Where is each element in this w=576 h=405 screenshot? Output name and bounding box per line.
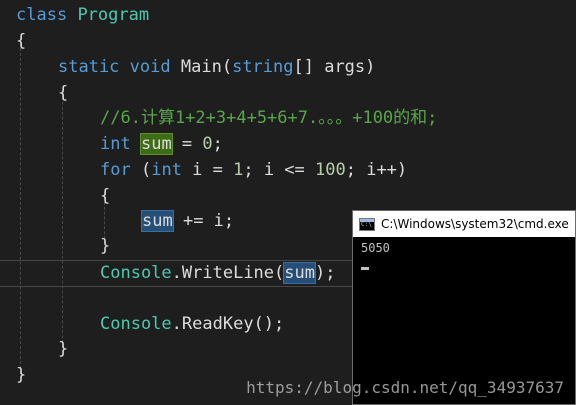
class-name: Console — [100, 263, 172, 283]
code-line-11[interactable]: Console.WriteLine(sum); — [100, 260, 335, 286]
keyword: int — [100, 134, 131, 154]
variable-sum-highlight[interactable]: sum — [141, 210, 174, 232]
code-line-10[interactable]: } — [100, 233, 110, 259]
dot: . — [171, 263, 182, 283]
brace: { — [100, 186, 111, 206]
semicolon: ; — [212, 134, 223, 154]
method-name: Main — [180, 57, 222, 77]
code-text: i = — [181, 160, 234, 180]
params: [] args) — [293, 57, 376, 77]
paren: ( — [274, 263, 285, 283]
code-line-6[interactable]: int sum = 0; — [100, 131, 223, 157]
cmd-cursor — [361, 267, 369, 270]
indent-guide — [20, 38, 21, 374]
code-text: ; i++) — [345, 160, 408, 180]
brace: { — [58, 83, 69, 103]
number-literal: 0 — [202, 134, 213, 154]
code-line-12[interactable]: Console.ReadKey(); — [100, 311, 284, 337]
cmd-title: C:\Windows\system32\cmd.exe — [381, 217, 569, 231]
paren: ( — [221, 57, 233, 77]
comment: //6.计算1+2+3+4+5+6+7.。。。+100的和; — [100, 108, 438, 128]
keyword: int — [151, 160, 182, 180]
cmd-icon — [359, 217, 375, 231]
keyword: static — [58, 57, 120, 77]
brace: { — [16, 31, 27, 51]
indent-guide — [62, 92, 63, 348]
code-text: ); — [315, 263, 336, 283]
watermark: https://blog.csdn.net/qq_34937637 — [246, 378, 564, 397]
code-line-4[interactable]: { — [58, 80, 68, 106]
code-line-14[interactable]: } — [16, 362, 26, 388]
variable-sum-highlight[interactable]: sum — [283, 262, 316, 284]
brace: } — [16, 365, 27, 385]
code-text: ; i <= — [243, 160, 316, 180]
cmd-console[interactable]: 5050 — [353, 237, 575, 274]
cmd-output: 5050 — [361, 241, 390, 255]
code-line-8[interactable]: { — [100, 183, 110, 209]
cmd-window[interactable]: C:\Windows\system32\cmd.exe 5050 — [352, 210, 576, 405]
brace: } — [58, 339, 69, 359]
code-line-9[interactable]: sum += i; — [141, 208, 235, 234]
keyword: class — [16, 5, 68, 25]
keyword: string — [232, 57, 294, 77]
code-line-5[interactable]: //6.计算1+2+3+4+5+6+7.。。。+100的和; — [100, 105, 437, 131]
dot: . — [171, 314, 182, 334]
code-text: (); — [253, 314, 285, 334]
brace: } — [100, 236, 111, 256]
code-text: += i; — [172, 211, 235, 231]
code-line-3[interactable]: static void Main(string[] args) — [58, 54, 375, 80]
class-name: Program — [77, 5, 150, 25]
paren: ( — [130, 160, 152, 180]
number-literal: 1 — [233, 160, 244, 180]
code-line-2[interactable]: { — [16, 28, 26, 54]
variable-sum-highlight[interactable]: sum — [139, 133, 173, 155]
code-line-7[interactable]: for (int i = 1; i <= 100; i++) — [100, 157, 407, 183]
code-line-13[interactable]: } — [58, 336, 68, 362]
class-name: Console — [100, 314, 172, 334]
number-literal: 100 — [315, 160, 346, 180]
operator: = — [171, 134, 203, 154]
cmd-title-bar[interactable]: C:\Windows\system32\cmd.exe — [353, 211, 575, 237]
keyword: void — [129, 57, 171, 77]
keyword: for — [100, 160, 131, 180]
method-name: WriteLine — [181, 263, 275, 283]
method-name: ReadKey — [181, 314, 254, 334]
code-line-1[interactable]: class Program — [16, 2, 149, 28]
